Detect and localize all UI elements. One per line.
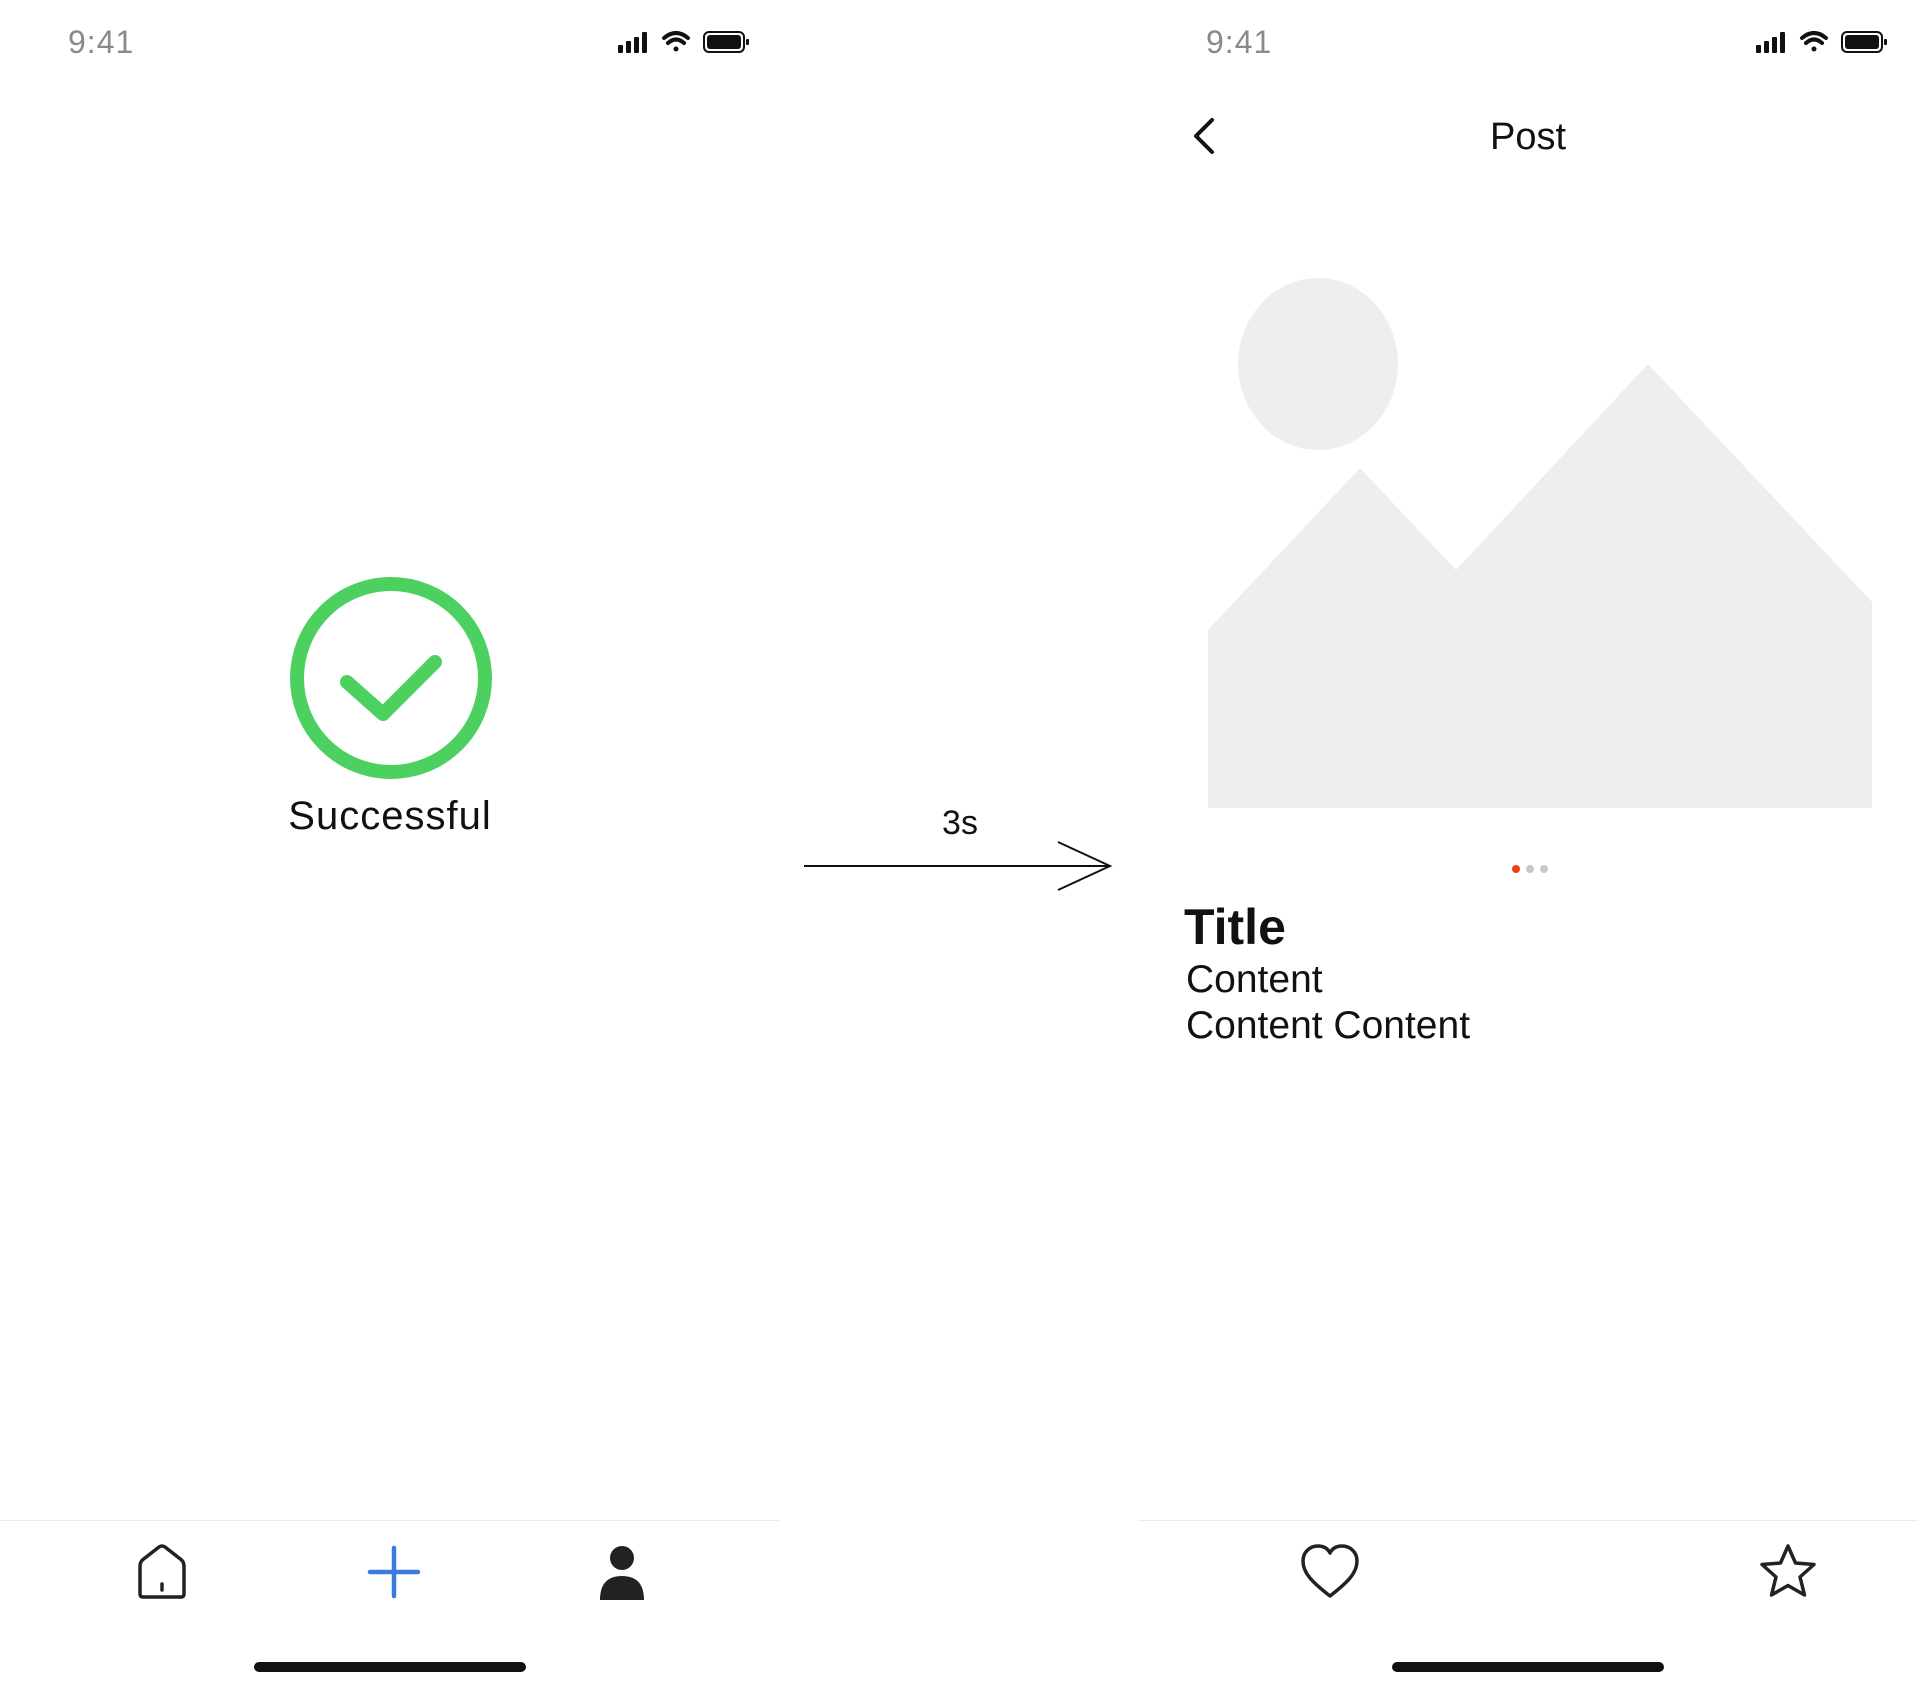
pager-dot[interactable] — [1526, 865, 1534, 873]
battery-icon — [1841, 31, 1887, 53]
transition-arrow-icon — [804, 841, 1113, 891]
post-title: Title — [1184, 899, 1286, 955]
post-content-line: Content — [1186, 958, 1323, 1001]
battery-icon — [703, 31, 749, 53]
post-screen: 9:41 Post Title Content Content Content — [1138, 0, 1918, 1688]
tab-bar-divider — [0, 1520, 780, 1521]
status-time: 9:41 — [68, 24, 135, 60]
page-title: Post — [1489, 116, 1567, 158]
status-time: 9:41 — [1206, 24, 1273, 60]
plus-icon[interactable] — [362, 1540, 426, 1604]
home-indicator — [1392, 1662, 1664, 1672]
signal-icon — [618, 32, 647, 53]
success-screen: 9:41 Successful — [0, 0, 780, 1688]
pager-dot[interactable] — [1540, 865, 1548, 873]
home-indicator — [254, 1662, 526, 1672]
heart-icon[interactable] — [1298, 1540, 1362, 1604]
status-icons — [618, 31, 749, 53]
chevron-left-icon — [1194, 118, 1214, 154]
success-label: Successful — [288, 794, 492, 838]
pager-dot-active[interactable] — [1512, 865, 1520, 873]
success-check-icon — [290, 577, 492, 779]
wifi-icon — [1800, 31, 1828, 52]
signal-icon — [1756, 32, 1785, 53]
home-icon[interactable] — [130, 1540, 194, 1604]
status-icons — [1756, 31, 1887, 53]
star-icon[interactable] — [1756, 1540, 1820, 1604]
pager-dots[interactable] — [1504, 862, 1564, 876]
image-placeholder-icon[interactable] — [1208, 272, 1872, 808]
post-content-line: Content Content — [1186, 1004, 1471, 1047]
back-button[interactable] — [1182, 112, 1230, 160]
person-icon[interactable] — [590, 1540, 654, 1604]
wifi-icon — [662, 31, 690, 52]
action-bar-divider — [1138, 1520, 1918, 1521]
